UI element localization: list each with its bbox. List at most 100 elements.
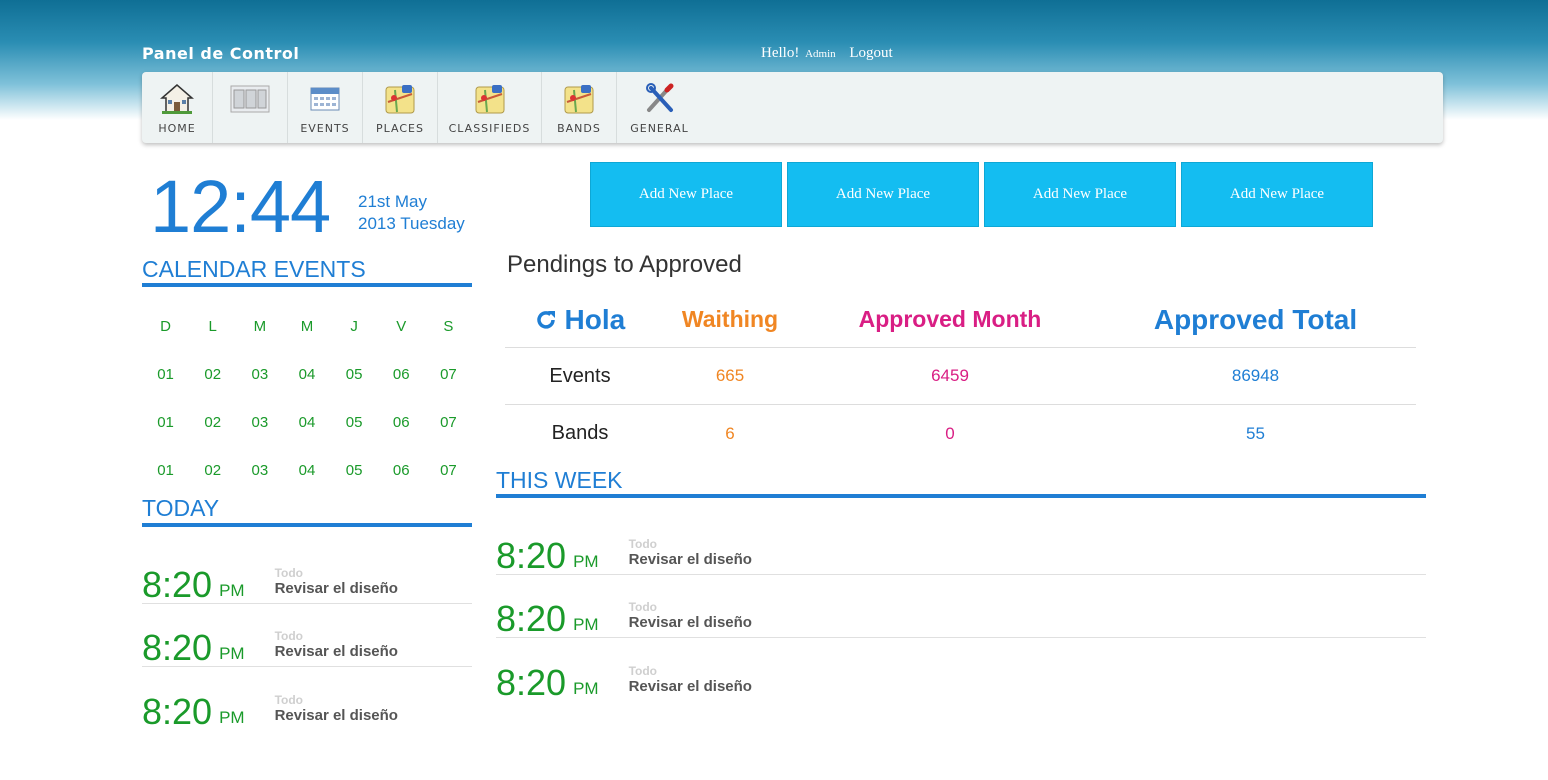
weekday-label: M (253, 317, 267, 335)
waiting-value: 6 (725, 423, 735, 443)
table-row: Bands 6 0 55 (505, 405, 1416, 462)
calendar-day[interactable]: 07 (425, 462, 472, 479)
calendar-week: 01 02 03 04 05 06 07 (142, 446, 472, 494)
calendar-day[interactable]: 04 (283, 366, 330, 383)
approved-total-value: 55 (1246, 423, 1265, 443)
clock-time: 12:44 (150, 165, 331, 248)
nav-label: HOME (158, 122, 196, 135)
nav-label: CLASSIFIEDS (448, 122, 531, 135)
refresh-header[interactable]: Hola (505, 304, 655, 336)
item-description: Todo Revisar el diseño (629, 537, 752, 568)
approved-total-header: Approved Total (1153, 303, 1358, 335)
nav-layout[interactable] (213, 72, 288, 143)
calendar-day[interactable]: 01 (142, 462, 189, 479)
calendar-weekdays: D L M M J V S (142, 302, 472, 350)
calendar-day[interactable]: 06 (378, 462, 425, 479)
row-label: Bands (551, 422, 609, 444)
logout-link[interactable]: Logout (849, 45, 892, 61)
calendar-day[interactable]: 02 (189, 414, 236, 431)
row-label: Events (549, 364, 611, 387)
nav-places[interactable]: PLACES (363, 72, 438, 143)
calendar-day[interactable]: 05 (331, 414, 378, 431)
username: Admin (805, 48, 836, 60)
calendar-day[interactable]: 03 (236, 462, 283, 479)
item-task: Revisar el diseño (628, 614, 752, 631)
item-ampm: PM (219, 644, 245, 663)
item-description: Todo Revisar el diseño (629, 600, 752, 631)
nav-label: BANDS (557, 122, 601, 135)
calendar-day[interactable]: 01 (142, 414, 189, 431)
calendar-week: 01 02 03 04 05 06 07 (142, 350, 472, 398)
tools-icon (643, 82, 677, 116)
calendar-day[interactable]: 01 (142, 366, 189, 383)
item-task: Revisar el diseño (274, 643, 398, 660)
map-icon (383, 82, 417, 116)
main-navbar: HOME EVENTS PLACES CLASSIFIEDS BANDS GEN… (142, 72, 1443, 143)
item-ampm: PM (219, 581, 245, 600)
item-task: Revisar el diseño (628, 678, 752, 695)
this-week-title: THIS WEEK (496, 467, 1426, 498)
weekday-label: V (396, 317, 407, 335)
calendar-day[interactable]: 04 (283, 414, 330, 431)
item-description: Todo Revisar el diseño (629, 664, 752, 695)
pending-title: Pendings to Approved (507, 251, 742, 278)
add-new-place-button[interactable]: Add New Place (787, 162, 979, 227)
item-task: Revisar el diseño (628, 551, 752, 568)
calendar-grid: D L M M J V S 01 02 03 04 05 06 07 01 02… (142, 302, 472, 494)
today-item[interactable]: 8:20 PM Todo Revisar el diseño (142, 604, 472, 667)
item-time: 8:20 (142, 564, 213, 605)
item-category: Todo (274, 566, 304, 580)
item-category: Todo (274, 693, 304, 707)
waiting-header: Waithing (681, 306, 779, 332)
refresh-label: Hola (564, 303, 626, 335)
calendar-day[interactable]: 05 (331, 366, 378, 383)
weekday-label: L (208, 317, 217, 335)
waiting-value: 665 (715, 366, 745, 385)
pending-table: Hola Waithing Approved Month Approved To… (505, 292, 1416, 462)
calendar-day[interactable]: 06 (378, 414, 425, 431)
item-ampm: PM (573, 615, 599, 634)
item-task: Revisar el diseño (274, 580, 398, 597)
item-time: 8:20 (496, 662, 567, 703)
calendar-week: 01 02 03 04 05 06 07 (142, 398, 472, 446)
calendar-day[interactable]: 04 (283, 462, 330, 479)
item-description: Todo Revisar el diseño (275, 566, 398, 597)
weekday-label: M (300, 317, 314, 335)
item-ampm: PM (573, 552, 599, 571)
today-item[interactable]: 8:20 PM Todo Revisar el diseño (142, 667, 472, 730)
calendar-day[interactable]: 07 (425, 366, 472, 383)
week-item[interactable]: 8:20 PM Todo Revisar el diseño (496, 512, 1426, 575)
item-category: Todo (628, 600, 658, 614)
approved-month-header: Approved Month (858, 306, 1042, 332)
calendar-day[interactable]: 05 (331, 462, 378, 479)
calendar-day[interactable]: 02 (189, 462, 236, 479)
week-item[interactable]: 8:20 PM Todo Revisar el diseño (496, 575, 1426, 638)
item-ampm: PM (573, 679, 599, 698)
add-new-place-button[interactable]: Add New Place (590, 162, 782, 227)
nav-home[interactable]: HOME (142, 72, 213, 143)
user-area: Hello! Admin Logout (761, 45, 893, 62)
item-time: 8:20 (142, 691, 213, 732)
week-item[interactable]: 8:20 PM Todo Revisar el diseño (496, 638, 1426, 701)
calendar-day[interactable]: 02 (189, 366, 236, 383)
item-ampm: PM (219, 708, 245, 727)
nav-classifieds[interactable]: CLASSIFIEDS (438, 72, 542, 143)
item-time: 8:20 (496, 535, 567, 576)
calendar-day[interactable]: 06 (378, 366, 425, 383)
map-icon (473, 82, 507, 116)
add-new-place-button[interactable]: Add New Place (984, 162, 1176, 227)
calendar-day[interactable]: 07 (425, 414, 472, 431)
calendar-title: CALENDAR EVENTS (142, 256, 472, 287)
item-category: Todo (628, 664, 658, 678)
add-new-place-button[interactable]: Add New Place (1181, 162, 1373, 227)
weekday-label: D (160, 317, 171, 335)
nav-label: EVENTS (300, 122, 350, 135)
today-item[interactable]: 8:20 PM Todo Revisar el diseño (142, 541, 472, 604)
nav-general[interactable]: GENERAL (617, 72, 702, 143)
calendar-day[interactable]: 03 (236, 414, 283, 431)
weekday-label: J (350, 317, 358, 335)
nav-bands[interactable]: BANDS (542, 72, 617, 143)
item-description: Todo Revisar el diseño (275, 629, 398, 660)
calendar-day[interactable]: 03 (236, 366, 283, 383)
nav-events[interactable]: EVENTS (288, 72, 363, 143)
